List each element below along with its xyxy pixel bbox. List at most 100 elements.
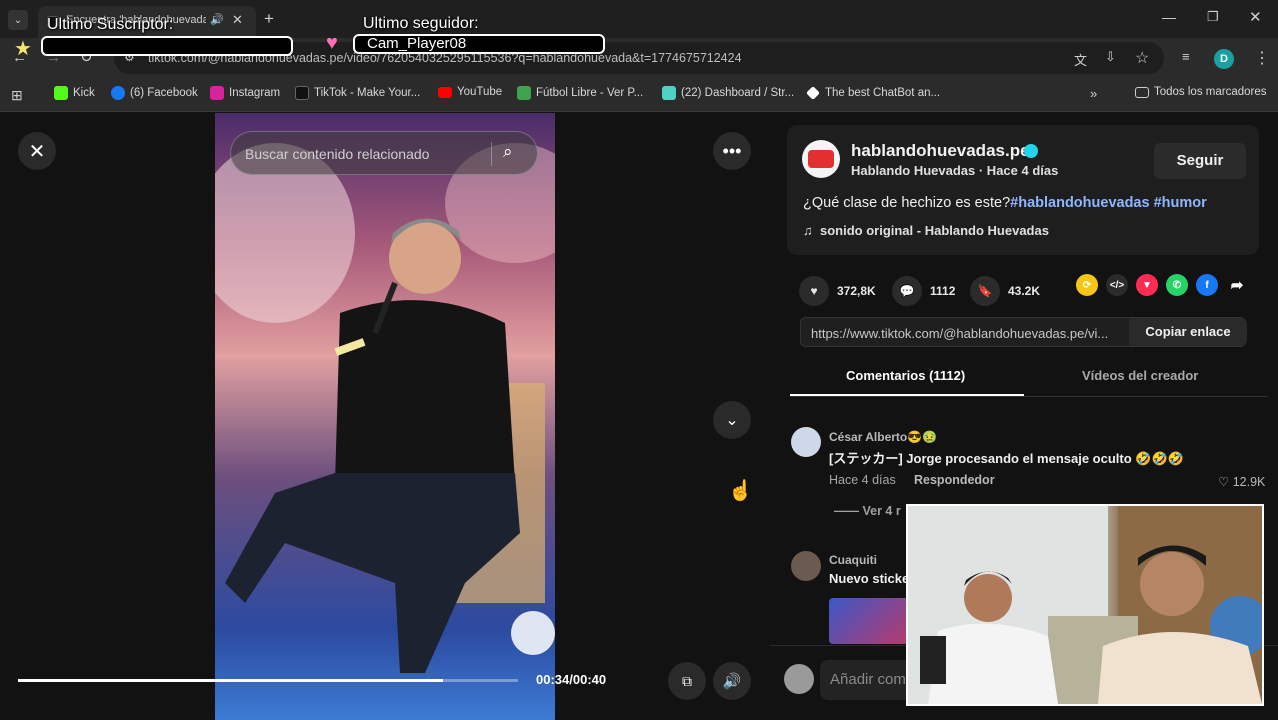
pip-button[interactable]: ⧉ — [668, 662, 706, 700]
post-caption: ¿Qué clase de hechizo es este?#hablandoh… — [803, 195, 1207, 211]
repost-icon[interactable]: ⟳ — [1076, 274, 1098, 296]
all-bookmarks[interactable]: Todos los marcadores — [1135, 86, 1267, 98]
comment-sticker-image — [829, 598, 909, 644]
chatbot-icon — [806, 86, 820, 100]
view-replies-button[interactable]: —— Ver 4 r — [834, 504, 901, 518]
music-note-icon: ♫ — [803, 223, 813, 238]
comment-time: Hace 4 días — [829, 473, 896, 487]
comment-button[interactable]: 💬 1112 — [892, 276, 955, 306]
futbol-libre-icon — [517, 86, 531, 100]
instagram-icon — [210, 86, 224, 100]
video-progress-bar[interactable] — [18, 679, 518, 682]
comment-icon: 💬 — [892, 276, 922, 306]
save-button[interactable]: 🔖 43.2K — [970, 276, 1040, 306]
share-link-field[interactable]: https://www.tiktok.com/@hablandohuevadas… — [800, 317, 1247, 347]
post-info-card: hablandohuevadas.pe Hablando Huevadas · … — [787, 125, 1259, 255]
youtube-icon — [438, 86, 452, 98]
apps-grid-icon[interactable]: ⊞ — [11, 87, 23, 104]
mouse-cursor-icon: ☝ — [728, 480, 753, 502]
translate-icon[interactable]: 文 — [1074, 50, 1087, 69]
last-follower-box: Cam_Player08 — [353, 34, 605, 54]
bookmark-star-icon[interactable]: ☆ — [1135, 48, 1149, 68]
bookmark-facebook[interactable]: (6) Facebook — [111, 86, 198, 100]
kick-icon — [54, 86, 68, 100]
media-control-icon[interactable]: ≡ — [1182, 49, 1190, 64]
search-icon[interactable]: ⌕ — [503, 142, 513, 162]
sound-link[interactable]: ♫ sonido original - Hablando Huevadas — [803, 223, 1049, 238]
volume-button[interactable]: 🔊 — [713, 662, 751, 700]
bookmark-dashboard[interactable]: (22) Dashboard / Str... — [662, 86, 794, 100]
tab-creator-videos[interactable]: Vídeos del creador — [1082, 368, 1198, 383]
related-search-input[interactable]: Buscar contenido relacionado ⌕ — [230, 131, 538, 175]
whatsapp-icon[interactable]: ✆ — [1166, 274, 1188, 296]
bookmark-instagram[interactable]: Instagram — [210, 86, 280, 100]
follow-button[interactable]: Seguir — [1154, 143, 1246, 179]
video-time: 00:34/00:40 — [536, 672, 607, 687]
my-avatar — [784, 664, 814, 694]
maximize-icon[interactable]: ❐ — [1207, 9, 1219, 25]
reply-button[interactable]: Respondedor — [914, 473, 995, 487]
close-video-button[interactable]: ✕ — [18, 132, 56, 170]
bookmark-chatbot[interactable]: The best ChatBot an... — [806, 86, 940, 100]
video-progress-fill — [18, 679, 443, 682]
share-arrow-icon[interactable]: ➦ — [1226, 274, 1248, 296]
share-link-text: https://www.tiktok.com/@hablandohuevadas… — [811, 326, 1109, 341]
hashtag-link[interactable]: #humor — [1154, 195, 1207, 211]
author-subtitle: Hablando Huevadas · Hace 4 días — [851, 163, 1059, 178]
heart-like-icon: ♥ — [799, 276, 829, 306]
more-bookmarks-icon[interactable]: » — [1090, 86, 1097, 101]
tab-bar: ⌄ Encuentra 'hablandohuevada 🔊 ✕ + — ❐ ✕ — [0, 0, 1278, 38]
author-logo-icon — [808, 150, 834, 168]
comment-text: Nuevo sticke — [829, 571, 910, 586]
tab-close-icon[interactable]: ✕ — [232, 12, 243, 28]
heart-outline-icon: ♡ — [1218, 475, 1230, 489]
last-subscriber-label: Ultimo Suscriptor: — [47, 16, 174, 33]
bookmarks-bar: ⊞ Kick (6) Facebook Instagram TikTok - M… — [0, 78, 1278, 112]
like-button[interactable]: ♥ 372,8K — [799, 276, 876, 306]
commenter-avatar[interactable] — [791, 427, 821, 457]
tiktok-icon — [295, 86, 309, 100]
bookmark-youtube[interactable]: YouTube — [438, 86, 502, 98]
copy-link-button[interactable]: Copiar enlace — [1129, 318, 1247, 346]
facebook-icon — [111, 86, 125, 100]
more-options-button[interactable]: ••• — [713, 132, 751, 170]
bookmark-kick[interactable]: Kick — [54, 86, 95, 100]
dashboard-icon — [662, 86, 676, 100]
webcam-frame — [908, 506, 1262, 704]
comment-author[interactable]: César Alberto😎🤢 — [829, 430, 937, 444]
search-placeholder: Buscar contenido relacionado — [245, 146, 430, 162]
menu-icon[interactable]: ⋮ — [1254, 48, 1270, 68]
active-tab-indicator — [790, 394, 1024, 396]
window-close-icon[interactable]: ✕ — [1249, 8, 1262, 26]
star-icon: ★ — [14, 38, 32, 60]
heart-icon: ♥ — [326, 32, 338, 54]
profile-avatar[interactable]: D — [1214, 49, 1234, 69]
folder-icon — [1135, 86, 1149, 98]
author-username[interactable]: hablandohuevadas.pe — [851, 141, 1030, 161]
tab-audio-icon[interactable]: 🔊 — [210, 13, 224, 26]
last-subscriber-box — [41, 36, 293, 56]
facebook-share-icon[interactable]: f — [1196, 274, 1218, 296]
install-icon[interactable]: ⇩ — [1105, 49, 1116, 65]
hashtag-link[interactable]: #hablandohuevadas — [1010, 195, 1149, 211]
author-avatar[interactable] — [802, 140, 840, 178]
webcam-overlay — [906, 504, 1264, 706]
comment-author[interactable]: Cuaquiti — [829, 553, 877, 567]
video-player[interactable] — [215, 113, 555, 720]
next-video-button[interactable]: ⌄ — [713, 401, 751, 439]
search-divider — [491, 142, 492, 166]
verified-badge-icon — [1024, 144, 1038, 158]
tab-search-icon[interactable]: ⌄ — [8, 10, 28, 30]
comment-text: [ステッカー] Jorge procesando el mensaje ocul… — [829, 451, 1184, 466]
bookmark-tiktok[interactable]: TikTok - Make Your... — [295, 86, 420, 100]
embed-icon[interactable]: </> — [1106, 274, 1128, 296]
minimize-icon[interactable]: — — [1162, 9, 1176, 25]
tab-comments[interactable]: Comentarios (1112) — [846, 368, 965, 383]
send-icon[interactable]: ▼ — [1136, 274, 1158, 296]
last-follower-label: Ultimo seguidor: — [363, 15, 479, 32]
comment-like-button[interactable]: ♡ 12.9K — [1218, 474, 1265, 489]
commenter-avatar[interactable] — [791, 551, 821, 581]
bookmark-futbol-libre[interactable]: Fútbol Libre - Ver P... — [517, 86, 643, 100]
new-tab-icon[interactable]: + — [264, 9, 274, 29]
add-comment-placeholder: Añadir com — [830, 671, 906, 688]
